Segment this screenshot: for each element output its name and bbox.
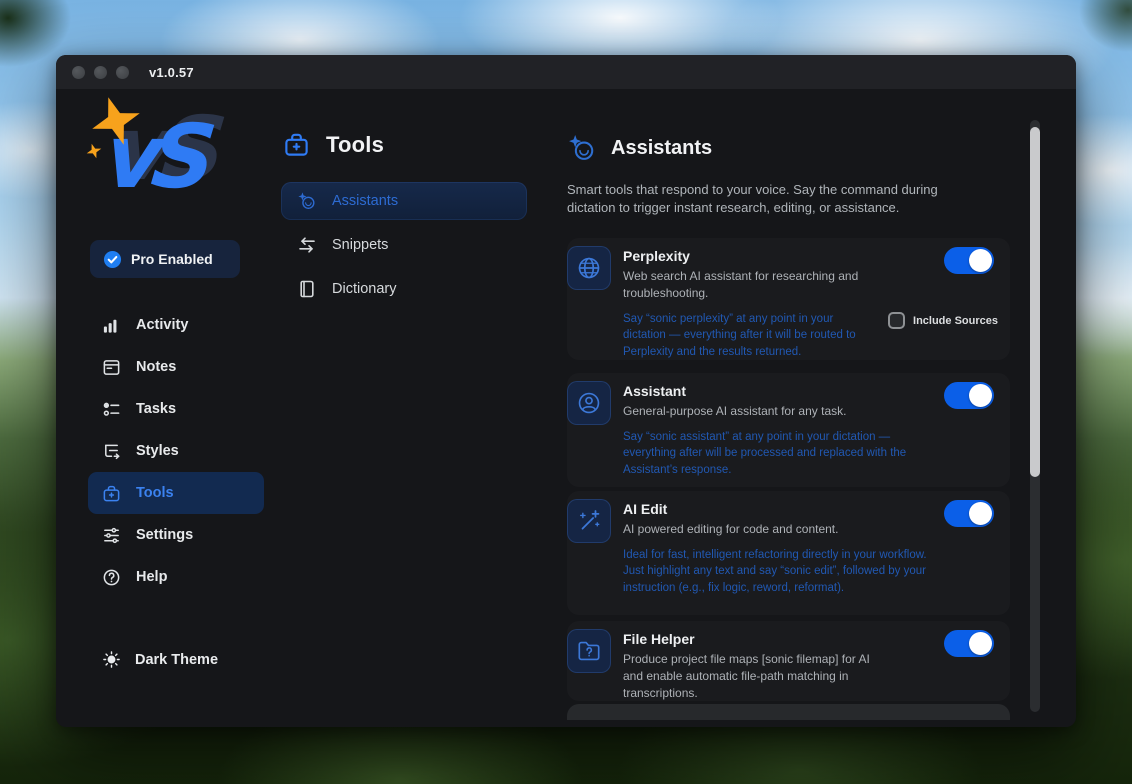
card-title: File Helper [623,631,920,647]
file-helper-toggle[interactable] [944,630,994,657]
sidebar-item-label: Tools [136,485,174,501]
dictionary-icon [297,279,317,299]
scrollbar-thumb[interactable] [1030,127,1040,477]
sliders-icon [102,526,121,545]
sidebar-item-label: Tasks [136,401,176,417]
card-perplexity: Perplexity Web search AI assistant for r… [567,238,1010,360]
snippets-icon [297,235,317,255]
theme-toggle[interactable]: Dark Theme [102,650,218,669]
theme-toggle-label: Dark Theme [135,652,218,668]
tools-header: Tools [283,131,384,158]
app-logo: vS vS [84,101,264,231]
window-close-button[interactable] [72,66,85,79]
toolbox-icon [283,131,310,158]
toggle-knob [969,502,992,525]
magic-wand-icon [567,499,611,543]
card-description: Produce project file maps [sonic filemap… [623,651,875,701]
assistants-title: Assistants [611,137,712,160]
pro-enabled-label: Pro Enabled [131,251,213,267]
toggle-knob [969,384,992,407]
sidebar-item-activity[interactable]: Activity [88,304,264,346]
card-assistant: Assistant General-purpose AI assistant f… [567,373,1010,487]
window-zoom-button[interactable] [116,66,129,79]
card-description: Web search AI assistant for researching … [623,268,885,302]
menu-item-dictionary[interactable]: Dictionary [281,270,527,308]
logo-star-small-icon [86,143,102,159]
activity-icon [102,316,121,335]
sidebar-item-settings[interactable]: Settings [88,514,264,556]
sidebar-item-label: Settings [136,527,193,543]
toolbox-icon [102,484,121,503]
pro-enabled-badge: Pro Enabled [90,240,240,278]
card-description: AI powered editing for code and content. [623,521,930,538]
next-card-partial [567,704,1010,720]
tasks-icon [102,400,121,419]
check-circle-icon [103,250,122,269]
assistant-person-icon [567,381,611,425]
include-sources-row: Include Sources [888,312,998,329]
toggle-knob [969,632,992,655]
help-icon [102,568,121,587]
include-sources-checkbox[interactable] [888,312,905,329]
sidebar-item-label: Help [136,569,167,585]
perplexity-toggle[interactable] [944,247,994,274]
logo-star-icon [90,95,142,147]
assistants-header: Assistants [567,133,712,163]
toggle-knob [969,249,992,272]
sidebar-item-label: Notes [136,359,176,375]
desktop-wallpaper: v1.0.57 vS vS Pro Enabled [0,0,1132,784]
notes-icon [102,358,121,377]
assistant-toggle[interactable] [944,382,994,409]
card-title: AI Edit [623,501,930,517]
include-sources-label: Include Sources [913,315,998,327]
sidebar-item-styles[interactable]: Styles [88,430,264,472]
tools-menu: Assistants Snippets Dictionary [281,182,527,314]
folder-question-icon [567,629,611,673]
scrollbar-track[interactable] [1030,120,1040,712]
card-ai-edit: AI Edit AI powered editing for code and … [567,491,1010,615]
menu-item-assistants[interactable]: Assistants [281,182,527,220]
card-hint: Say “sonic assistant” at any point in yo… [623,429,930,479]
sidebar-item-help[interactable]: Help [88,556,264,598]
tools-title: Tools [326,132,384,158]
sidebar-nav: Activity Notes Tasks Styles [88,304,264,598]
assistants-icon [567,133,597,163]
menu-item-snippets[interactable]: Snippets [281,226,527,264]
sidebar-item-label: Activity [136,317,188,333]
card-hint: Ideal for fast, intelligent refactoring … [623,547,930,597]
card-file-helper: File Helper Produce project file maps [s… [567,621,1010,701]
menu-item-label: Snippets [332,237,388,253]
sidebar-item-tools[interactable]: Tools [88,472,264,514]
assistants-description: Smart tools that respond to your voice. … [567,181,977,218]
window-minimize-button[interactable] [94,66,107,79]
window-titlebar: v1.0.57 [56,55,1076,89]
assistants-icon [297,191,317,211]
sidebar-item-label: Styles [136,443,179,459]
card-description: General-purpose AI assistant for any tas… [623,403,930,420]
card-title: Assistant [623,383,930,399]
menu-item-label: Dictionary [332,281,396,297]
app-version: v1.0.57 [149,65,194,80]
menu-item-label: Assistants [332,193,398,209]
sun-icon [102,650,121,669]
sidebar-item-notes[interactable]: Notes [88,346,264,388]
sidebar-item-tasks[interactable]: Tasks [88,388,264,430]
card-title: Perplexity [623,248,930,264]
app-window: v1.0.57 vS vS Pro Enabled [56,55,1076,727]
card-hint: Say “sonic perplexity” at any point in y… [623,311,871,361]
ai-edit-toggle[interactable] [944,500,994,527]
globe-icon [567,246,611,290]
styles-icon [102,442,121,461]
